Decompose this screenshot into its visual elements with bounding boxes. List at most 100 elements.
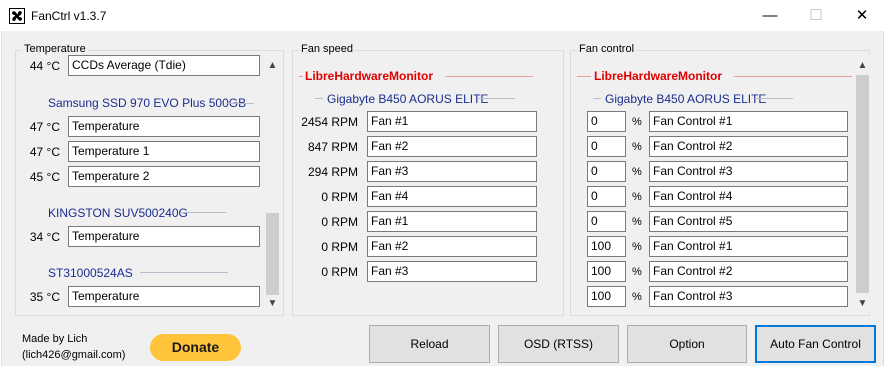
fan-percent-input[interactable]: 0 — [587, 211, 626, 232]
percent-label: % — [632, 266, 642, 278]
fan-speed-value: 0 RPM — [321, 265, 358, 279]
fan-control-name-field[interactable]: Fan Control #2 — [649, 261, 848, 282]
maximize-button[interactable]: ☐ — [793, 0, 839, 31]
source-divider — [445, 76, 533, 77]
fan-percent-input[interactable]: 0 — [587, 111, 626, 132]
fan-control-group-title: Fan control — [577, 43, 637, 55]
source-divider — [577, 76, 591, 77]
device-divider — [140, 272, 228, 273]
fan-name-field[interactable]: Fan #4 — [367, 186, 537, 207]
scroll-thumb[interactable] — [266, 213, 279, 295]
fan-control-row: 0 % Fan Control #1 — [571, 111, 851, 132]
fan-speed-group-title: Fan speed — [299, 43, 355, 55]
main-panel: Temperature 44 °C CCDs Average (Tdie) Sa… — [1, 31, 884, 366]
fan-control-name-field[interactable]: Fan Control #1 — [649, 236, 848, 257]
fan-percent-input[interactable]: 0 — [587, 161, 626, 182]
source-divider — [299, 76, 303, 77]
percent-label: % — [632, 291, 642, 303]
device-label: Gigabyte B450 AORUS ELITE — [327, 92, 489, 106]
device-label: ST31000524AS — [48, 266, 133, 280]
fan-control-name-field[interactable]: Fan Control #3 — [649, 286, 848, 307]
temperature-row: 45 °C Temperature 2 — [16, 166, 266, 187]
fan-name-field[interactable]: Fan #3 — [367, 161, 537, 182]
temperature-name-field[interactable]: Temperature — [68, 286, 260, 307]
fan-name-field[interactable]: Fan #2 — [367, 236, 537, 257]
author-email: (lich426@gmail.com) — [22, 349, 126, 361]
source-divider — [734, 76, 852, 77]
fan-control-name-field[interactable]: Fan Control #4 — [649, 186, 848, 207]
source-label: LibreHardwareMonitor — [305, 69, 434, 83]
fan-speed-row: 294 RPM Fan #3 — [293, 161, 553, 182]
fan-speed-value: 0 RPM — [321, 190, 358, 204]
fan-app-icon — [9, 8, 25, 24]
percent-label: % — [632, 141, 642, 153]
fan-control-row: 100 % Fan Control #3 — [571, 286, 851, 307]
temperature-group-title: Temperature — [22, 43, 88, 55]
temperature-name-field[interactable]: CCDs Average (Tdie) — [68, 55, 260, 76]
percent-label: % — [632, 241, 642, 253]
temperature-name-field[interactable]: Temperature 2 — [68, 166, 260, 187]
fan-control-scrollbar[interactable]: ▲ ▼ — [854, 55, 871, 313]
close-button[interactable]: ✕ — [839, 0, 885, 31]
device-label: Samsung SSD 970 EVO Plus 500GB — [48, 96, 247, 110]
fan-speed-row: 2454 RPM Fan #1 — [293, 111, 553, 132]
fan-speed-value: 294 RPM — [307, 165, 358, 179]
auto-fan-control-button[interactable]: Auto Fan Control — [755, 325, 876, 363]
fan-speed-value: 0 RPM — [321, 215, 358, 229]
option-button[interactable]: Option — [627, 325, 747, 363]
fan-control-row: 0 % Fan Control #4 — [571, 186, 851, 207]
fan-control-name-field[interactable]: Fan Control #3 — [649, 161, 848, 182]
device-label: Gigabyte B450 AORUS ELITE — [605, 92, 767, 106]
device-divider — [315, 98, 323, 99]
fan-speed-row: 0 RPM Fan #3 — [293, 261, 553, 282]
fan-percent-input[interactable]: 100 — [587, 236, 626, 257]
made-by-label: Made by Lich — [22, 333, 88, 345]
temperature-name-field[interactable]: Temperature — [68, 116, 260, 137]
temperature-value: 47 °C — [29, 145, 60, 159]
temperature-value: 34 °C — [29, 230, 60, 244]
fan-speed-value: 847 RPM — [307, 140, 358, 154]
fan-name-field[interactable]: Fan #1 — [367, 211, 537, 232]
fan-name-field[interactable]: Fan #3 — [367, 261, 537, 282]
fan-control-row: 0 % Fan Control #5 — [571, 211, 851, 232]
fan-name-field[interactable]: Fan #1 — [367, 111, 537, 132]
fan-percent-input[interactable]: 100 — [587, 286, 626, 307]
fan-speed-value: 0 RPM — [321, 240, 358, 254]
fan-name-field[interactable]: Fan #2 — [367, 136, 537, 157]
reload-button[interactable]: Reload — [369, 325, 490, 363]
fan-speed-row: 0 RPM Fan #1 — [293, 211, 553, 232]
device-divider — [755, 98, 793, 99]
fan-percent-input[interactable]: 100 — [587, 261, 626, 282]
fan-speed-group: Fan speed LibreHardwareMonitor Gigabyte … — [292, 43, 564, 316]
fan-control-name-field[interactable]: Fan Control #2 — [649, 136, 848, 157]
scroll-thumb[interactable] — [856, 75, 869, 293]
scroll-down-icon[interactable]: ▼ — [264, 295, 281, 312]
temperature-name-field[interactable]: Temperature — [68, 226, 260, 247]
osd-rtss-button[interactable]: OSD (RTSS) — [498, 325, 619, 363]
minimize-button[interactable]: — — [747, 0, 793, 31]
scroll-down-icon[interactable]: ▼ — [854, 295, 871, 312]
temperature-value: 47 °C — [29, 120, 60, 134]
fan-percent-input[interactable]: 0 — [587, 136, 626, 157]
temperature-scrollbar[interactable]: ▲ ▼ — [264, 55, 281, 313]
fan-percent-input[interactable]: 0 — [587, 186, 626, 207]
temperature-name-field[interactable]: Temperature 1 — [68, 141, 260, 162]
fan-control-name-field[interactable]: Fan Control #1 — [649, 111, 848, 132]
scroll-up-icon[interactable]: ▲ — [854, 57, 871, 74]
temperature-value: 35 °C — [29, 290, 60, 304]
device-label: KINGSTON SUV500240G — [48, 206, 188, 220]
fan-speed-row: 847 RPM Fan #2 — [293, 136, 553, 157]
temperature-row: 47 °C Temperature — [16, 116, 266, 137]
temperature-group: Temperature 44 °C CCDs Average (Tdie) Sa… — [15, 43, 284, 316]
donate-button[interactable]: Donate — [150, 334, 241, 361]
scroll-up-icon[interactable]: ▲ — [264, 57, 281, 74]
title-bar[interactable]: FanCtrl v1.3.7 — ☐ ✕ — [0, 0, 885, 31]
percent-label: % — [632, 166, 642, 178]
temperature-row: 47 °C Temperature 1 — [16, 141, 266, 162]
device-divider — [593, 98, 601, 99]
source-label: LibreHardwareMonitor — [594, 69, 723, 83]
window-title: FanCtrl v1.3.7 — [31, 9, 107, 23]
fan-control-row: 0 % Fan Control #2 — [571, 136, 851, 157]
fan-control-name-field[interactable]: Fan Control #5 — [649, 211, 848, 232]
fan-speed-row: 0 RPM Fan #2 — [293, 236, 553, 257]
